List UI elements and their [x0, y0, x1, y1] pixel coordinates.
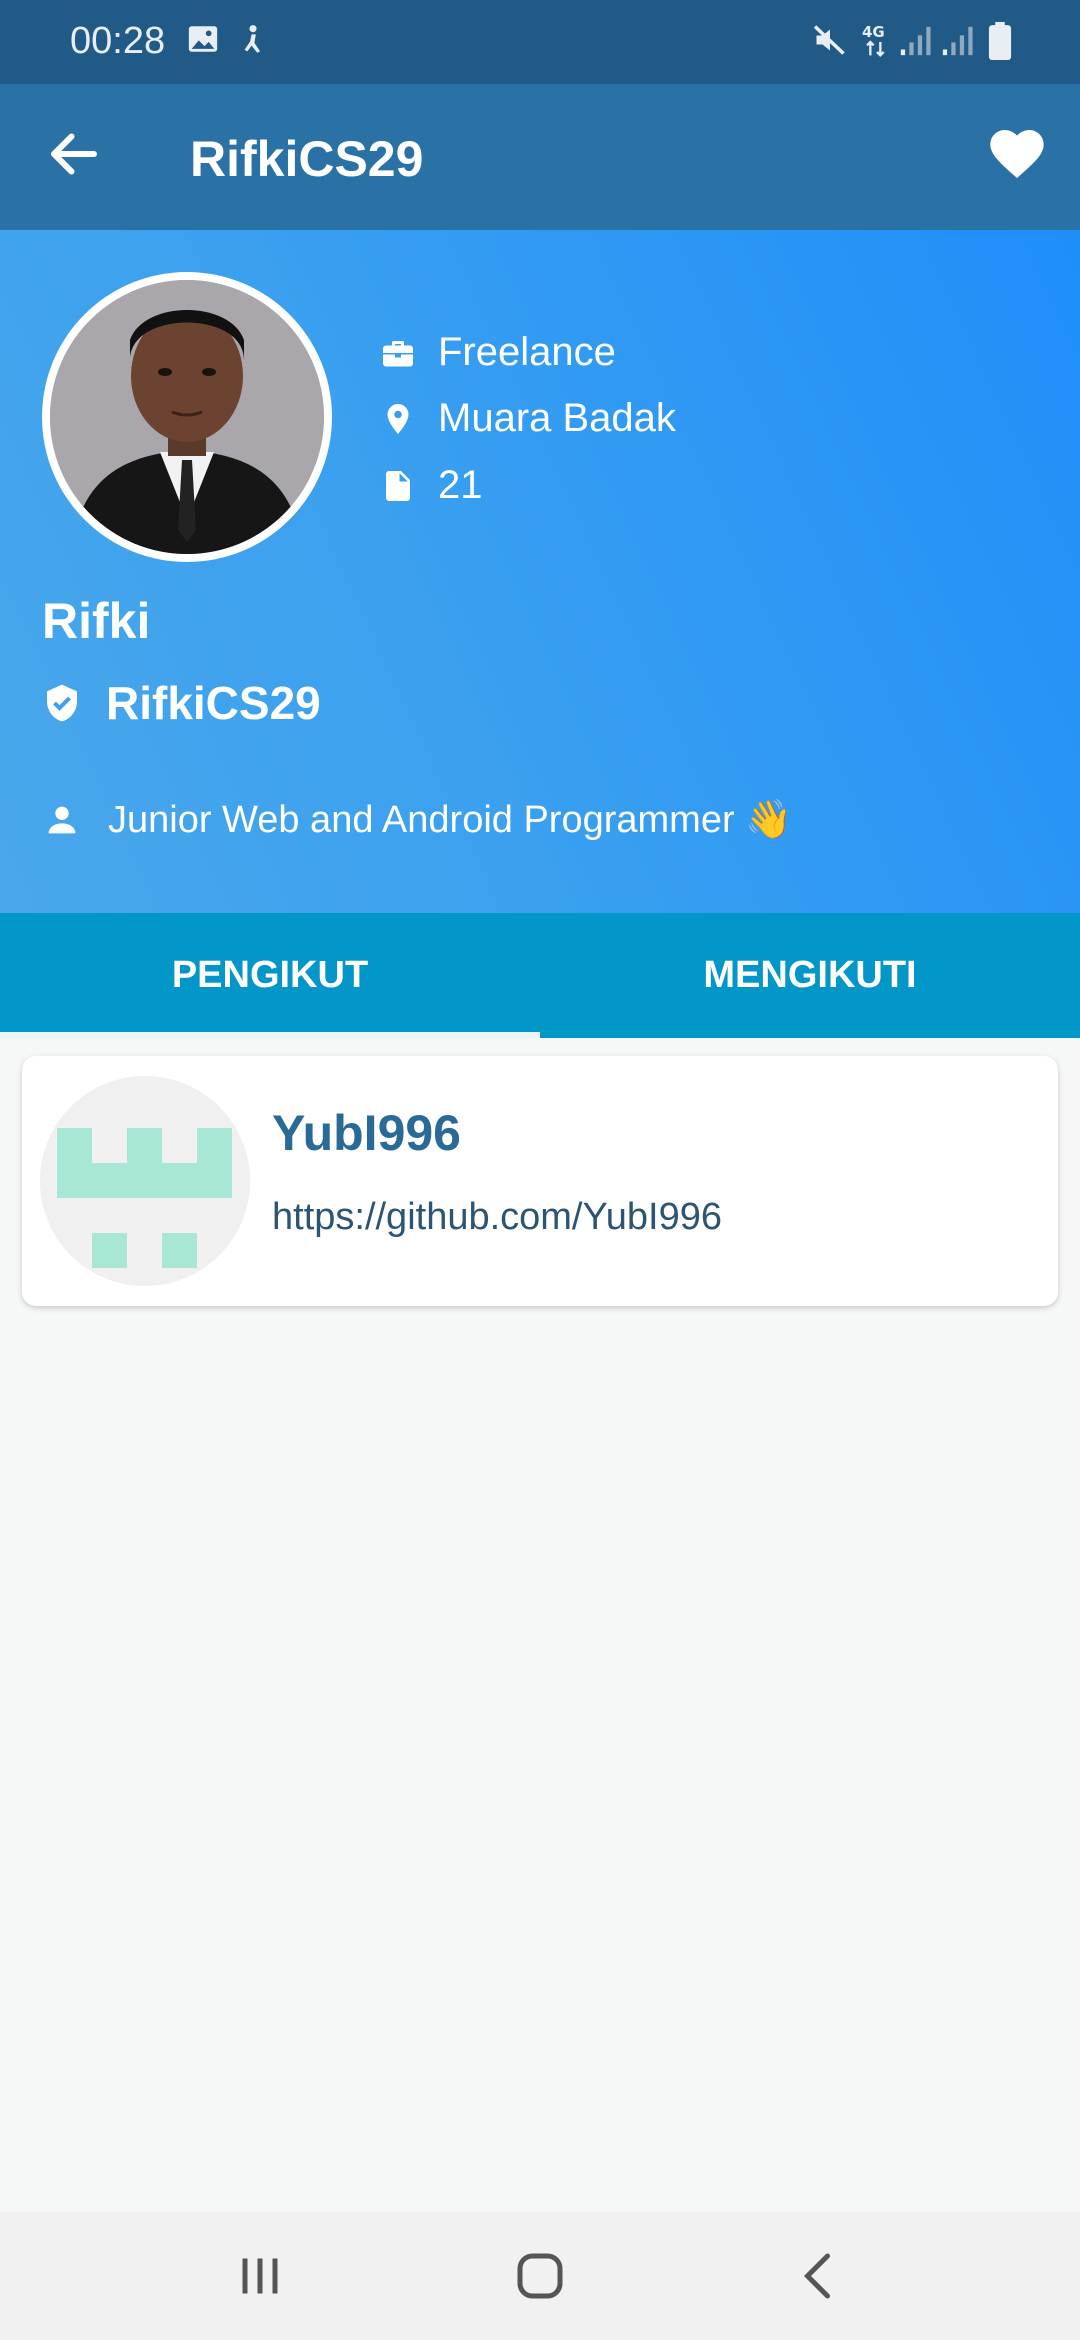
profile-username: RifkiCS29: [106, 677, 321, 729]
location-text: Muara Badak: [438, 396, 676, 440]
4g-icon: 4G: [862, 23, 885, 57]
bio-row: Junior Web and Android Programmer 👋: [42, 798, 792, 842]
location-row: Muara Badak: [380, 396, 676, 441]
svg-text:4G: 4G: [862, 23, 885, 41]
signal-icon: [900, 26, 931, 56]
recents-icon[interactable]: [230, 2246, 290, 2306]
profile-name: Rifki: [42, 593, 151, 649]
person-icon: [48, 806, 76, 834]
identicon-avatar: [40, 1076, 250, 1286]
page-title: RifkiCS29: [190, 131, 424, 187]
tab-pengikut[interactable]: PENGIKUT: [0, 913, 540, 1038]
tab-bar: PENGIKUT MENGIKUTI: [0, 913, 1080, 1038]
battery-icon: [988, 22, 1012, 60]
heart-icon[interactable]: [985, 122, 1049, 186]
profile-photo: [50, 280, 324, 554]
app-bar: RifkiCS29: [0, 84, 1080, 230]
list-item[interactable]: YubI996 https://github.com/YubI996: [22, 1056, 1058, 1306]
username-row: RifkiCS29: [42, 676, 321, 730]
company-row: Freelance: [380, 330, 616, 375]
company-text: Freelance: [438, 330, 616, 374]
location-pin-icon: [387, 403, 409, 434]
briefcase-icon: [383, 340, 413, 366]
status-bar: 00:28 4G: [0, 0, 1080, 84]
accessibility-icon: [244, 25, 261, 53]
arrow-left-icon[interactable]: [44, 124, 104, 184]
profile-header: Freelance Muara Badak 21 Rifki RifkiCS29…: [0, 230, 1080, 913]
avatar: [42, 272, 332, 562]
back-icon[interactable]: [790, 2246, 850, 2306]
tab-mengikuti[interactable]: MENGIKUTI: [540, 913, 1080, 1038]
repository-row: 21: [380, 463, 483, 508]
status-time: 00:28: [70, 20, 166, 62]
signal-icon: [942, 26, 973, 56]
system-nav-bar: [0, 2212, 1080, 2340]
repository-count: 21: [438, 463, 483, 507]
home-icon[interactable]: [510, 2246, 570, 2306]
verified-shield-icon: [47, 684, 77, 722]
file-icon: [386, 470, 410, 501]
follower-username: YubI996: [272, 1105, 461, 1161]
follower-url[interactable]: https://github.com/YubI996: [272, 1196, 722, 1239]
mute-icon: [813, 25, 845, 55]
profile-bio: Junior Web and Android Programmer 👋: [108, 799, 793, 841]
image-icon: [188, 26, 218, 52]
